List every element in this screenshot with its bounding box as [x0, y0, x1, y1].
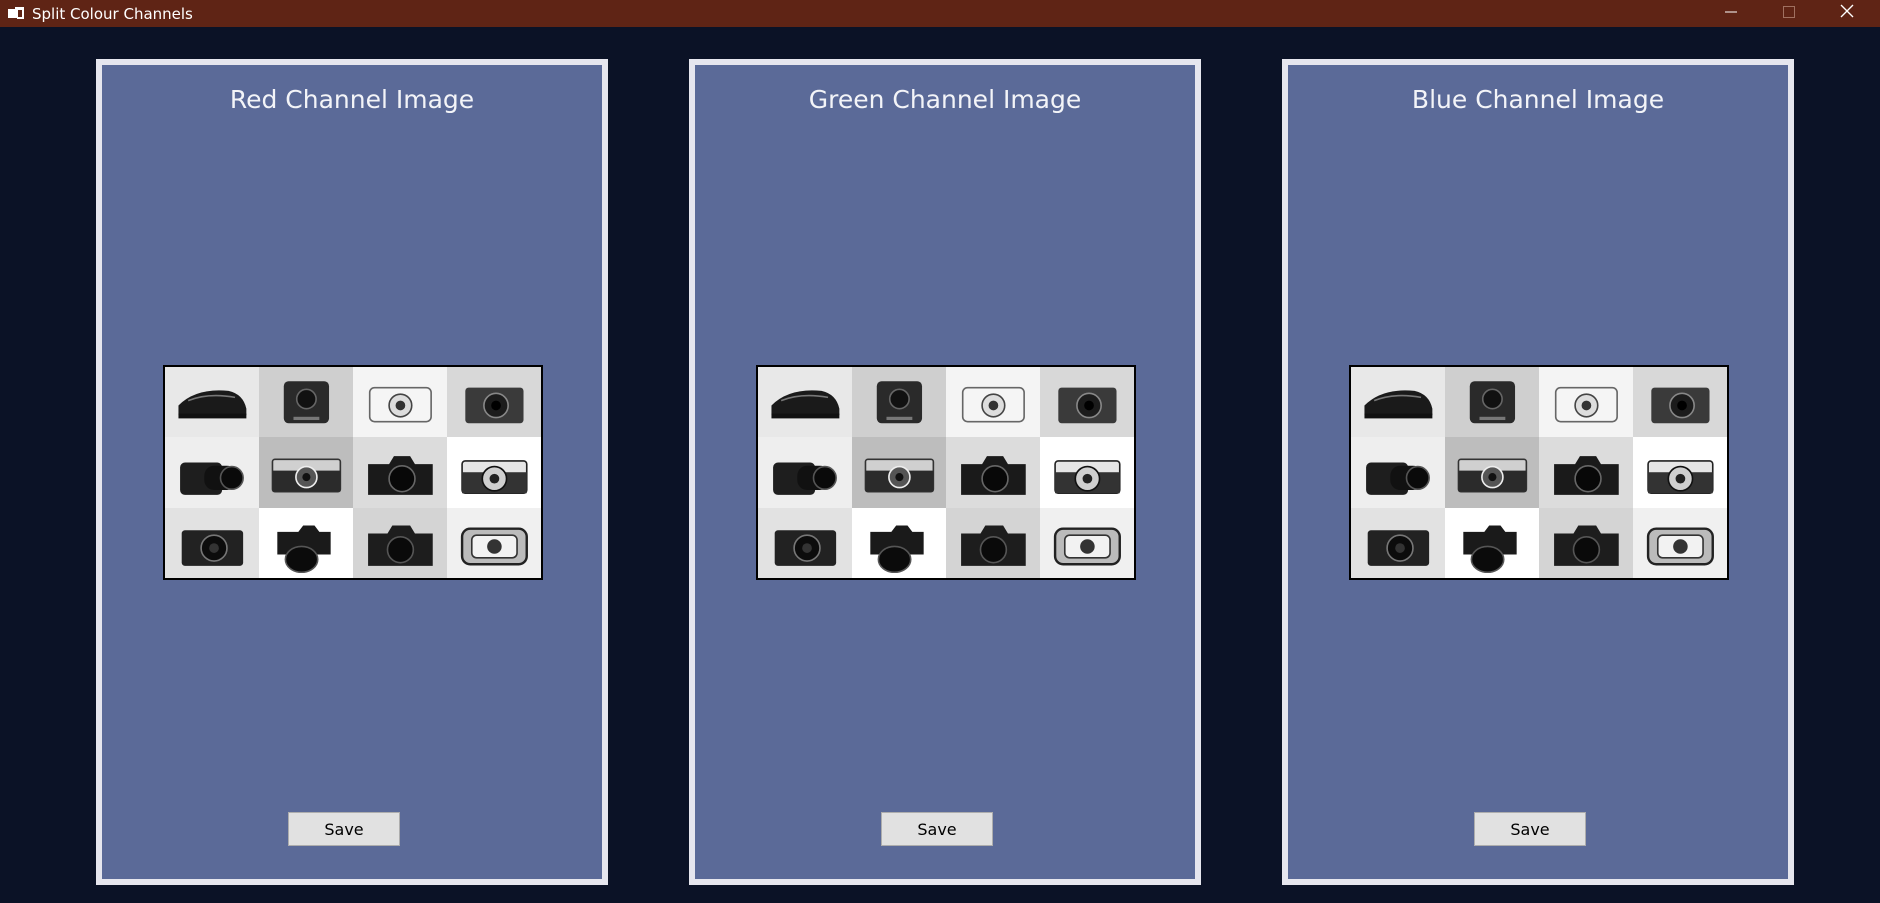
green-channel-panel: Green Channel Image Save: [689, 59, 1201, 885]
compact-camera-silver-thumbnail: [946, 367, 1040, 438]
maximize-icon: [1783, 5, 1795, 23]
panel-title: Green Channel Image: [808, 85, 1082, 114]
rugged-camera-thumbnail: [1633, 507, 1727, 578]
action-camera-thumbnail: [259, 367, 353, 438]
rugged-camera-thumbnail: [1040, 507, 1134, 578]
phone-camera-thumbnail: [758, 367, 852, 438]
phone-camera-thumbnail: [1351, 367, 1445, 438]
mirrorless-camera-thumbnail: [1351, 507, 1445, 578]
compact-camera-dark-thumbnail: [1633, 367, 1727, 438]
app-window-icon: [7, 5, 25, 21]
mirrorless-dark-camera-thumbnail: [353, 507, 447, 578]
red-channel-image: [163, 365, 543, 580]
dslr-camera-thumbnail: [353, 437, 447, 508]
mirrorless-dark-camera-thumbnail: [946, 507, 1040, 578]
bridge-camera-thumbnail: [165, 437, 259, 508]
mirrorless-camera-thumbnail: [165, 507, 259, 578]
red-channel-panel: Red Channel Image Save: [96, 59, 608, 885]
phone-camera-thumbnail: [165, 367, 259, 438]
mirrorless-camera-thumbnail: [758, 507, 852, 578]
compact-camera-dark-thumbnail: [1040, 367, 1134, 438]
blue-channel-image: [1349, 365, 1729, 580]
window-title: Split Colour Channels: [32, 5, 193, 23]
mirrorless-silver-camera-thumbnail: [447, 437, 541, 508]
maximize-button[interactable]: [1760, 0, 1818, 27]
compact-camera-dark-thumbnail: [447, 367, 541, 438]
dslr-large-lens-thumbnail: [259, 507, 353, 578]
rugged-camera-thumbnail: [447, 507, 541, 578]
title-bar: Split Colour Channels: [0, 0, 1880, 27]
green-channel-image: [756, 365, 1136, 580]
panel-title: Blue Channel Image: [1411, 85, 1665, 114]
compact-camera-silver-thumbnail: [1539, 367, 1633, 438]
rangefinder-camera-thumbnail: [852, 437, 946, 508]
mirrorless-silver-camera-thumbnail: [1633, 437, 1727, 508]
dslr-camera-thumbnail: [1539, 437, 1633, 508]
bridge-camera-thumbnail: [1351, 437, 1445, 508]
compact-camera-silver-thumbnail: [353, 367, 447, 438]
blue-channel-panel: Blue Channel Image Save: [1282, 59, 1794, 885]
bridge-camera-thumbnail: [758, 437, 852, 508]
save-blue-button[interactable]: Save: [1474, 812, 1586, 846]
mirrorless-dark-camera-thumbnail: [1539, 507, 1633, 578]
minimize-icon: [1725, 5, 1737, 23]
dslr-large-lens-thumbnail: [1445, 507, 1539, 578]
save-green-button[interactable]: Save: [881, 812, 993, 846]
mirrorless-silver-camera-thumbnail: [1040, 437, 1134, 508]
rangefinder-camera-thumbnail: [259, 437, 353, 508]
rangefinder-camera-thumbnail: [1445, 437, 1539, 508]
close-button[interactable]: [1818, 0, 1876, 27]
panel-title: Red Channel Image: [229, 85, 475, 114]
dslr-large-lens-thumbnail: [852, 507, 946, 578]
action-camera-thumbnail: [852, 367, 946, 438]
close-icon: [1840, 4, 1854, 23]
dslr-camera-thumbnail: [946, 437, 1040, 508]
minimize-button[interactable]: [1702, 0, 1760, 27]
action-camera-thumbnail: [1445, 367, 1539, 438]
save-red-button[interactable]: Save: [288, 812, 400, 846]
